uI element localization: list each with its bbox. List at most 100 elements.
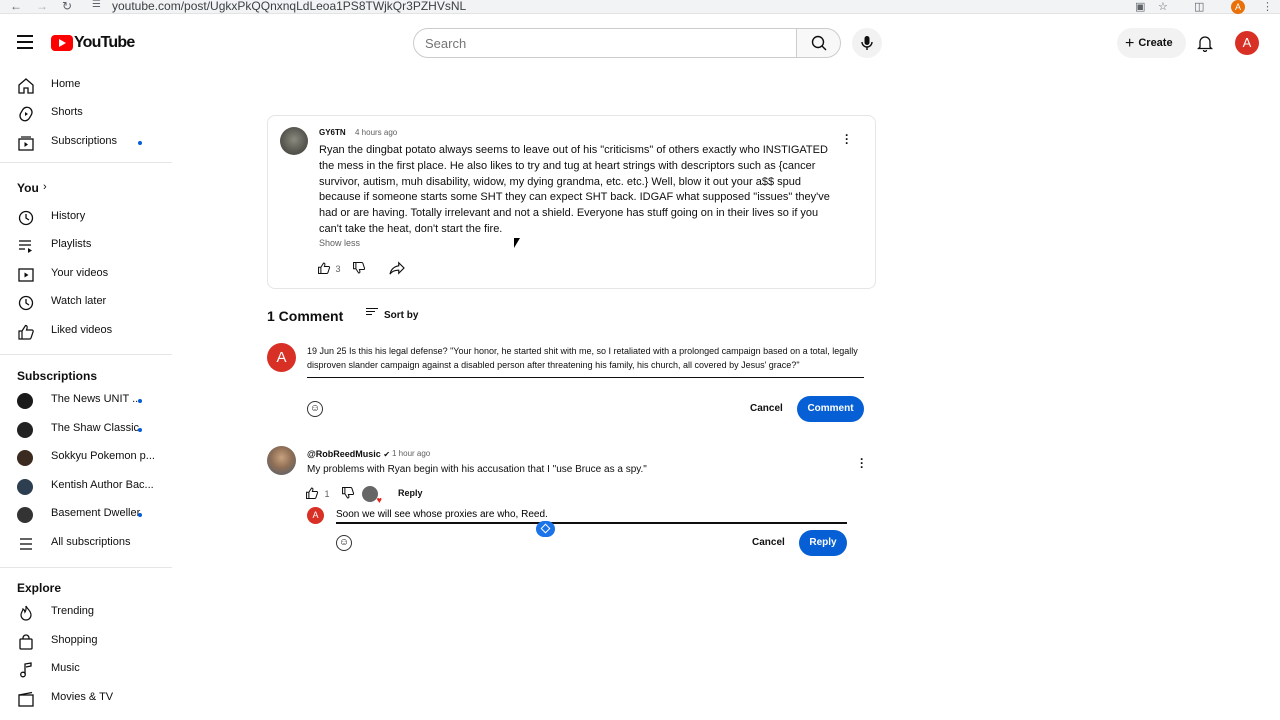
cancel-reply-button[interactable]: Cancel [752,537,785,548]
post-author-avatar[interactable] [280,127,308,155]
search-input[interactable] [413,28,797,58]
comment-more-actions-icon[interactable]: · · · [860,453,864,473]
sidebar-item-music[interactable]: Music [0,655,172,685]
channel-name: Kentish Author Bac... [51,479,154,491]
site-info-icon[interactable]: ☰ [92,0,101,10]
chevron-right-icon: › [43,181,47,193]
post-more-actions-icon[interactable]: · · · [845,129,849,149]
sidebar-item-watch-later[interactable]: Watch later [0,288,172,318]
sidebar-item-label: All subscriptions [51,536,131,548]
create-button[interactable]: + Create [1117,28,1186,58]
youtube-logo[interactable]: YouTube [51,34,135,51]
sidebar-item-label: Shopping [51,634,98,646]
sidebar-item-liked-videos[interactable]: Liked videos [0,317,172,347]
sidebar-item-home[interactable]: Home [0,71,172,101]
creator-heart-icon [362,486,382,505]
dislike-icon[interactable] [341,486,355,500]
sidebar-channel-item[interactable]: The News UNIT ... [0,386,172,416]
browser-profile-avatar[interactable]: A [1231,0,1245,14]
channel-avatar [17,507,33,523]
sidebar-item-shopping[interactable]: Shopping [0,627,172,657]
post-timestamp[interactable]: 4 hours ago [355,128,397,137]
browser-toolbar: ← → ↻ ☰ youtube.com/post/UgkxPkQQnxnqLdL… [0,0,1280,14]
sidebar-item-history[interactable]: History [0,203,172,233]
sidebar-divider [0,567,172,568]
search-button[interactable] [796,28,841,58]
new-content-dot [138,141,142,145]
hamburger-menu-icon[interactable] [17,35,33,49]
sidebar-item-all-subscriptions[interactable]: All subscriptions [0,529,172,559]
sidebar-item-shorts[interactable]: Shorts [0,99,172,129]
commenter-avatar[interactable] [267,446,296,475]
comment-text: My problems with Ryan begin with his acc… [307,464,647,475]
shopping-icon [19,634,33,650]
sort-icon [366,308,378,317]
sidebar-divider [0,162,172,163]
sidebar-item-label: Movies & TV [51,691,114,703]
movies-icon [18,691,34,707]
comment-action-bar: 1 [305,486,355,500]
channel-name: The News UNIT ... [51,393,142,405]
sort-by-button[interactable]: Sort by [366,308,418,321]
trending-icon [20,605,32,621]
reload-icon[interactable]: ↻ [62,0,72,13]
text-caret-handle-icon[interactable] [536,521,555,537]
music-icon [20,662,32,678]
sidebar-channel-item[interactable]: Sokkyu Pokemon p... [0,443,172,473]
home-icon [18,78,34,94]
sidebar-item-label: Watch later [51,295,107,307]
comment-author-name: @RobReedMusic [307,449,381,459]
comment-author[interactable]: @RobReedMusic ✔ [307,449,390,459]
sidebar-item-your-videos[interactable]: Your videos [0,260,172,290]
channel-avatar [17,422,33,438]
logo-wordmark: YouTube [74,34,135,51]
channel-avatar [17,393,33,409]
sidebar-channel-item[interactable]: Kentish Author Bac... [0,472,172,502]
dislike-icon[interactable] [352,261,366,275]
sidebar-item-label: Your videos [51,267,109,279]
new-content-dot [138,428,142,432]
bookmark-star-icon[interactable]: ☆ [1158,0,1168,13]
my-avatar-small: A [307,507,324,524]
sidebar-item-subscriptions[interactable]: Subscriptions [0,128,172,158]
like-icon[interactable] [317,261,331,275]
voice-search-button[interactable] [852,28,882,58]
post-like-count: 3 [335,264,341,274]
like-icon[interactable] [305,486,319,500]
liked-videos-icon [18,324,34,340]
reply-input[interactable] [336,506,847,524]
masthead: YouTube +Create A [0,15,1280,71]
sidebar-channel-item[interactable]: Basement Dweller [0,500,172,530]
you-heading: You [17,181,39,195]
list-icon [20,538,32,550]
back-icon[interactable]: ← [10,0,22,13]
reply-button[interactable]: Reply [398,488,423,498]
side-panel-icon[interactable]: ◫ [1194,0,1204,13]
sidebar-item-movies-tv[interactable]: Movies & TV [0,684,172,714]
notifications-bell-icon[interactable] [1197,34,1213,52]
sidebar-item-trending[interactable]: Trending [0,598,172,628]
sidebar-channel-item[interactable]: The Shaw Classic [0,415,172,445]
post-author[interactable]: GY6TN [319,128,346,137]
channel-avatar [17,479,33,495]
cancel-comment-button[interactable]: Cancel [750,403,783,414]
account-avatar[interactable]: A [1235,31,1259,55]
emoji-icon[interactable]: ☺ [307,401,323,417]
emoji-icon[interactable]: ☺ [336,535,352,551]
post-body: Ryan the dingbat potato always seems to … [319,144,830,235]
shorts-icon [19,106,33,122]
sidebar-item-label: Music [51,662,80,674]
address-bar[interactable]: youtube.com/post/UgkxPkQQnxnqLdLeoa1PS8T… [112,0,466,13]
sidebar-you-heading[interactable]: You › [0,174,172,204]
submit-reply-button[interactable]: Reply [799,530,847,556]
comment-timestamp[interactable]: 1 hour ago [392,449,430,458]
submit-comment-button[interactable]: Comment [797,396,864,422]
comment-input[interactable]: 19 Jun 25 Is this his legal defense? "Yo… [307,344,864,378]
install-icon[interactable]: ▣ [1135,0,1145,13]
comment-count: 1 Comment [267,308,344,324]
sidebar-item-playlists[interactable]: Playlists [0,231,172,261]
share-icon[interactable] [389,261,405,275]
forward-icon[interactable]: → [36,0,48,13]
browser-menu-icon[interactable]: ⋮ [1262,0,1273,13]
show-less-link[interactable]: Show less [319,238,360,248]
